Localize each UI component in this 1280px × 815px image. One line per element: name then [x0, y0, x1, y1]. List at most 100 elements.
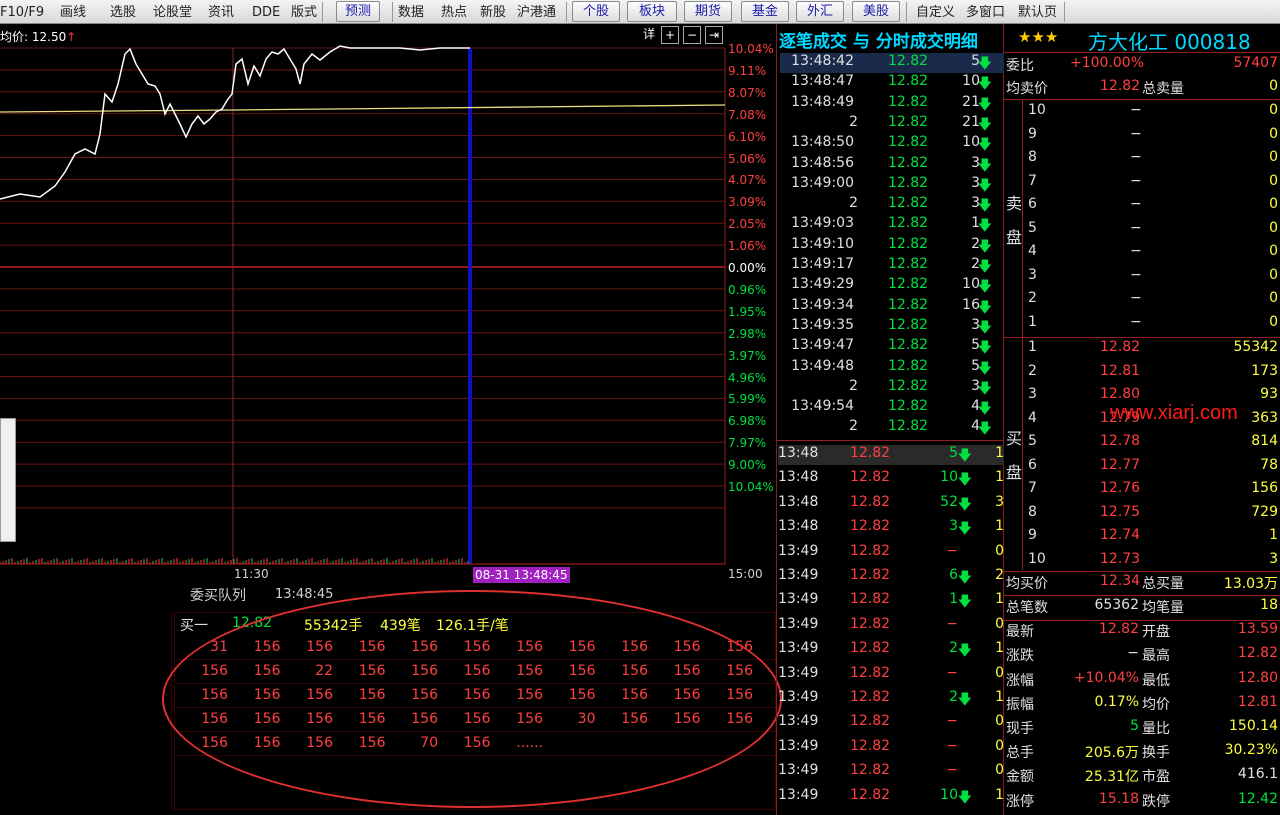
- down-arrow-icon: 🡇: [957, 570, 972, 586]
- tick-price: 12.82: [888, 113, 929, 130]
- stat-label-1: 涨幅: [1006, 672, 1034, 689]
- toolbar-item-13[interactable]: 板块: [627, 1, 677, 22]
- ratio-pct: +100.00%: [1070, 55, 1145, 71]
- minute-vol: −: [946, 762, 958, 779]
- annotation-ellipse: [162, 590, 782, 808]
- stat-label-2: 量比: [1142, 721, 1170, 737]
- minute-price: 12.82: [850, 713, 891, 730]
- toolbar-item-20[interactable]: 默认页: [1018, 0, 1057, 24]
- toolbar-item-19[interactable]: 多窗口: [966, 0, 1005, 24]
- queue-title: 委买队列: [190, 588, 246, 604]
- minute-price: 12.82: [850, 737, 891, 754]
- y-tick-down-4: 4.96%: [728, 370, 767, 385]
- toolbar-item-16[interactable]: 外汇: [796, 1, 844, 22]
- collapse-button[interactable]: ⇥: [705, 26, 723, 44]
- tick-time: 2: [849, 195, 858, 212]
- down-arrow-icon: 🡇: [977, 421, 992, 438]
- toolbar-item-1[interactable]: 画线: [60, 0, 86, 24]
- toolbar-item-14[interactable]: 期货: [684, 1, 732, 22]
- toolbar-item-10[interactable]: 新股: [480, 0, 506, 24]
- tick-detail-row: 13:49:00 12.82 3 🡇: [780, 175, 1004, 195]
- buy-vol: 55342: [1233, 339, 1278, 355]
- watermark: www.xiarj.com: [1110, 402, 1238, 424]
- down-arrow-icon: 🡇: [957, 521, 972, 538]
- buy-level-row: 9 12.74 1: [1004, 527, 1280, 549]
- toolbar-item-2[interactable]: 选股: [110, 0, 136, 24]
- sell-level: 1: [1028, 313, 1037, 330]
- toolbar-item-9[interactable]: 热点: [441, 0, 467, 24]
- buy-price: 12.76: [1100, 480, 1141, 496]
- down-arrow-icon: 🡇: [957, 496, 972, 513]
- avg-price-line: [0, 109, 234, 113]
- detail-button[interactable]: 详: [641, 26, 657, 44]
- tick-time: 13:48:50: [791, 134, 854, 151]
- toolbar-item-5[interactable]: DDE: [252, 0, 280, 24]
- stock-name: 方大化工 000818: [1088, 30, 1251, 54]
- minute-price: 12.82: [850, 640, 891, 657]
- minute-time: 13:48: [778, 469, 819, 486]
- price-line: [0, 45, 470, 200]
- total-sell-label: 总卖量: [1142, 81, 1184, 97]
- sell-level-row: 7 − 0: [1004, 173, 1280, 195]
- stat-row: 现手 5 量比 150.14: [1004, 718, 1280, 740]
- tick-minute-row: 13:49 12.82 2 🡇 1: [778, 689, 1004, 709]
- stat-value-1: 65362: [1094, 597, 1139, 613]
- minute-count: 0: [995, 615, 1004, 632]
- stat-value-1: 5: [1130, 718, 1139, 734]
- toolbar-item-12[interactable]: 个股: [572, 1, 620, 22]
- sell-price: −: [1130, 290, 1142, 306]
- tick-detail-row: 13:48:47 12.82 10 🡇: [780, 73, 1004, 93]
- toolbar-item-0[interactable]: F10/F9: [0, 0, 44, 24]
- tick-time: 2: [849, 113, 858, 130]
- stat-label-1: 总笔数: [1006, 600, 1048, 616]
- down-arrow-icon: 🡇: [957, 448, 972, 464]
- rating-stars: ★★★: [1018, 28, 1059, 46]
- minute-vol: 52: [940, 493, 958, 510]
- tick-detail-row: 13:49:34 12.82 16 🡇: [780, 297, 1004, 317]
- tick-time: 13:49:10: [791, 235, 854, 252]
- tick-detail-row: 2 12.82 3 🡇: [780, 195, 1004, 215]
- avg-buy-row: 均买价 12.34 总买量 13.03万: [1004, 573, 1280, 595]
- buy-price: 12.80: [1100, 386, 1141, 402]
- buy-level: 6: [1028, 456, 1037, 473]
- sell-vol: 0: [1269, 172, 1278, 189]
- toolbar-item-15[interactable]: 基金: [741, 1, 789, 22]
- stat-label-1: 总手: [1006, 745, 1034, 762]
- buy-price: 12.82: [1100, 339, 1141, 355]
- tick-price: 12.82: [888, 418, 929, 435]
- stat-value-2: 18: [1260, 597, 1278, 613]
- stat-value-2: 150.14: [1229, 718, 1278, 734]
- toolbar-separator: [322, 2, 323, 22]
- toolbar-item-7[interactable]: 预测: [336, 1, 380, 22]
- tick-detail-row: 2 12.82 4 🡇: [780, 418, 1004, 438]
- tick-detail-row: 13:49:48 12.82 5 🡇: [780, 358, 1004, 378]
- toolbar-item-3[interactable]: 论股堂: [153, 0, 192, 24]
- floating-popup-window[interactable]: [0, 418, 16, 542]
- zoom-out-button[interactable]: −: [683, 26, 701, 44]
- buy-vol: 1: [1269, 527, 1278, 543]
- minute-vol: −: [946, 615, 958, 632]
- toolbar-item-11[interactable]: 沪港通: [517, 0, 556, 24]
- tick-time: 13:48:47: [791, 73, 854, 90]
- intraday-chart[interactable]: [0, 24, 776, 615]
- stat-value-2: 12.81: [1237, 693, 1278, 710]
- y-tick-up-3: 7.08%: [728, 107, 767, 122]
- toolbar-item-17[interactable]: 美股: [852, 1, 900, 22]
- tick-detail-row: 13:49:03 12.82 1 🡇: [780, 215, 1004, 235]
- sell-level: 5: [1028, 219, 1037, 236]
- stat-value-1: +10.04%: [1073, 669, 1139, 686]
- buy-level: 2: [1028, 362, 1037, 379]
- y-tick-down-9: 10.04%: [728, 480, 774, 494]
- buy-level: 4: [1028, 409, 1037, 426]
- tick-price: 12.82: [888, 357, 929, 374]
- toolbar-item-18[interactable]: 自定义: [916, 0, 955, 24]
- tick-time: 13:49:34: [791, 296, 854, 313]
- y-tick-up-7: 3.09%: [728, 195, 767, 210]
- toolbar-item-6[interactable]: 版式: [291, 0, 317, 24]
- buy-level: 8: [1028, 503, 1037, 520]
- toolbar-item-8[interactable]: 数据: [398, 0, 424, 24]
- sell-vol: 0: [1269, 266, 1278, 283]
- zoom-in-button[interactable]: +: [661, 26, 679, 44]
- toolbar-item-4[interactable]: 资讯: [208, 0, 234, 24]
- buy-level: 3: [1028, 386, 1037, 402]
